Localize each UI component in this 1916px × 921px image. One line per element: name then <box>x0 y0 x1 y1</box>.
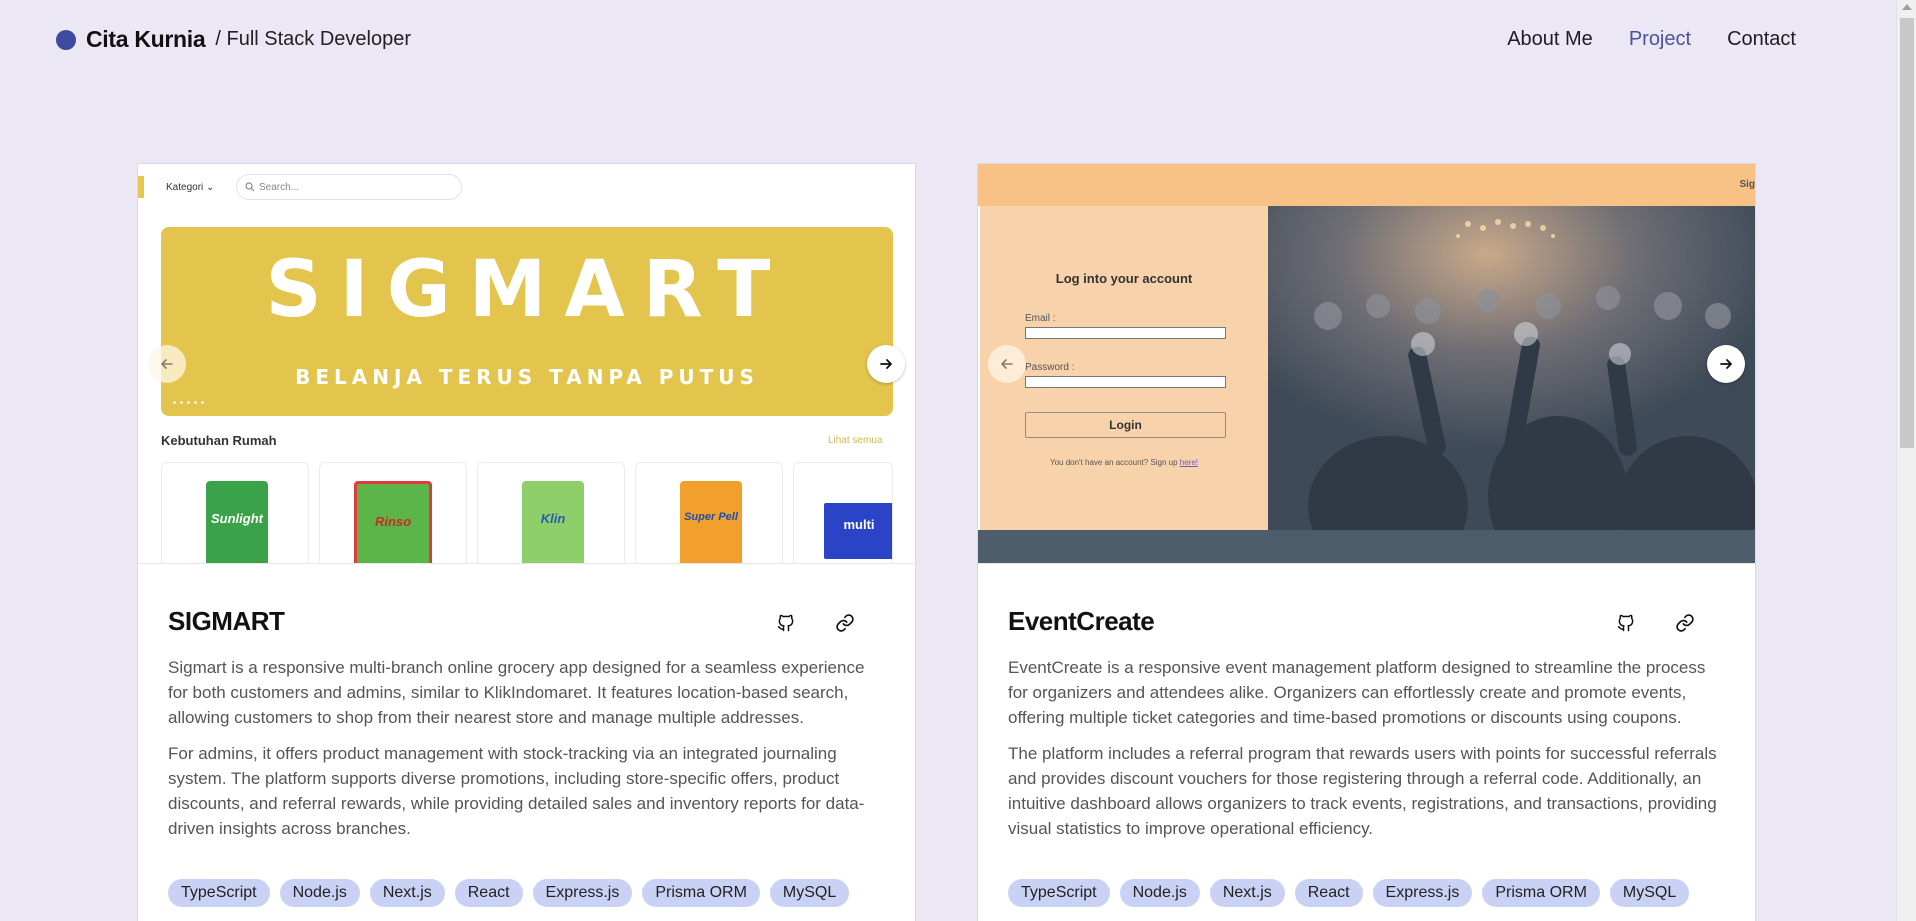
nav-project[interactable]: Project <box>1629 28 1691 51</box>
sigmart-search-placeholder: Search... <box>259 182 300 193</box>
eventcreate-footer-strip <box>978 530 1755 563</box>
arrow-right-icon <box>880 359 892 369</box>
banner-dots <box>173 401 204 404</box>
tech-tags: TypeScript Node.js Next.js React Express… <box>1008 879 1738 907</box>
brand-logo-dot <box>56 29 76 50</box>
sigmart-banner-tagline: BELANJA TERUS TANPA PUTUS <box>295 365 759 389</box>
search-icon <box>245 182 255 192</box>
github-link[interactable] <box>1609 606 1643 640</box>
tech-tag: MySQL <box>1609 879 1690 907</box>
project-description-2: The platform includes a referral program… <box>1008 744 1717 838</box>
login-title: Log into your account <box>1055 271 1193 286</box>
brand-role: / Full Stack Developer <box>215 28 412 50</box>
project-description-1: Sigmart is a responsive multi-branch onl… <box>168 658 865 727</box>
carousel-prev-button[interactable] <box>988 345 1026 383</box>
main-nav: About Me Project Contact <box>1471 28 1796 51</box>
project-preview-carousel: Kategori ⌄ Search... SIGMART BELANJA TER… <box>138 164 915 564</box>
project-title: EventCreate <box>1008 606 1155 636</box>
tech-tag: MySQL <box>769 879 850 907</box>
brand-name: Cita Kurnia <box>86 26 206 52</box>
product-image: Klin <box>522 481 584 563</box>
carousel-next-button[interactable] <box>867 345 905 383</box>
project-preview-carousel: Sig Log into your account Email : Passwo… <box>978 164 1755 564</box>
arrow-left-icon <box>161 359 173 369</box>
product-tile: Sunlight <box>161 462 309 563</box>
email-field <box>1025 327 1226 339</box>
scroll-up-arrow-icon[interactable] <box>1902 4 1912 10</box>
project-description-1: EventCreate is a responsive event manage… <box>1008 658 1706 727</box>
nav-contact[interactable]: Contact <box>1727 28 1796 51</box>
arrow-right-icon <box>1720 359 1732 369</box>
live-demo-link[interactable] <box>828 606 862 640</box>
crowd-illustration <box>1268 206 1755 530</box>
tech-tag: React <box>454 879 523 907</box>
project-title: SIGMART <box>168 606 285 636</box>
tech-tags: TypeScript Node.js Next.js React Express… <box>168 879 898 907</box>
product-image: Rinso <box>354 481 432 563</box>
login-button: Login <box>1025 412 1226 438</box>
tech-tag: Next.js <box>369 879 445 907</box>
scrollbar-thumb[interactable] <box>1900 18 1914 448</box>
github-icon <box>1617 614 1634 632</box>
github-icon <box>777 614 794 632</box>
eventcreate-topbar: Sig <box>978 164 1755 206</box>
password-field <box>1025 376 1226 388</box>
product-tile: Super Pell <box>635 462 783 563</box>
email-label: Email : <box>1025 313 1056 324</box>
github-link[interactable] <box>769 606 803 640</box>
sigmart-product-row: Sunlight Rinso Klin Super Pell multi <box>161 462 893 563</box>
signup-link: here! <box>1179 458 1199 467</box>
sigmart-see-all: Lihat semua <box>828 435 883 446</box>
sigmart-banner: SIGMART BELANJA TERUS TANPA PUTUS <box>161 227 893 416</box>
eventcreate-topbar-text: Sig <box>1739 179 1755 190</box>
carousel-next-button[interactable] <box>1707 345 1745 383</box>
site-header: Cita Kurnia / Full Stack Developer About… <box>0 0 1896 84</box>
tech-tag: Next.js <box>1209 879 1285 907</box>
product-image: multi <box>824 503 892 559</box>
project-card-sigmart: Kategori ⌄ Search... SIGMART BELANJA TER… <box>137 163 916 921</box>
page-scrollbar[interactable] <box>1896 0 1916 921</box>
arrow-left-icon <box>1001 359 1013 369</box>
concert-crowd-image <box>1268 206 1755 530</box>
product-tile: Rinso <box>319 462 467 563</box>
project-card-eventcreate: Sig Log into your account Email : Passwo… <box>977 163 1756 921</box>
password-label: Password : <box>1025 362 1075 373</box>
sigmart-kategori: Kategori ⌄ <box>166 182 215 193</box>
nav-about-me[interactable]: About Me <box>1507 28 1593 51</box>
tech-tag: TypeScript <box>1008 879 1110 907</box>
signup-text: You don't have an account? Sign up here! <box>1049 458 1199 467</box>
sigmart-topbar: Kategori ⌄ Search... <box>138 164 915 208</box>
product-image: Super Pell <box>680 481 742 563</box>
sigmart-banner-logo: SIGMART <box>265 245 789 335</box>
sigmart-section-title: Kebutuhan Rumah <box>161 433 277 448</box>
project-description-2: For admins, it offers product management… <box>168 744 865 838</box>
tech-tag: Express.js <box>532 879 633 907</box>
link-icon <box>1676 614 1694 632</box>
carousel-prev-button[interactable] <box>148 345 186 383</box>
brand[interactable]: Cita Kurnia / Full Stack Developer <box>56 26 411 53</box>
sigmart-logo-strip <box>138 176 144 198</box>
link-icon <box>836 614 854 632</box>
tech-tag: Node.js <box>279 879 360 907</box>
tech-tag: React <box>1294 879 1363 907</box>
tech-tag: Express.js <box>1372 879 1473 907</box>
tech-tag: TypeScript <box>168 879 270 907</box>
product-tile: Klin <box>477 462 625 563</box>
live-demo-link[interactable] <box>1668 606 1702 640</box>
tech-tag: Prisma ORM <box>1482 879 1600 907</box>
tech-tag: Prisma ORM <box>642 879 760 907</box>
product-image: Sunlight <box>206 481 268 563</box>
sigmart-search: Search... <box>236 174 462 200</box>
product-tile: multi <box>793 462 893 563</box>
tech-tag: Node.js <box>1119 879 1200 907</box>
